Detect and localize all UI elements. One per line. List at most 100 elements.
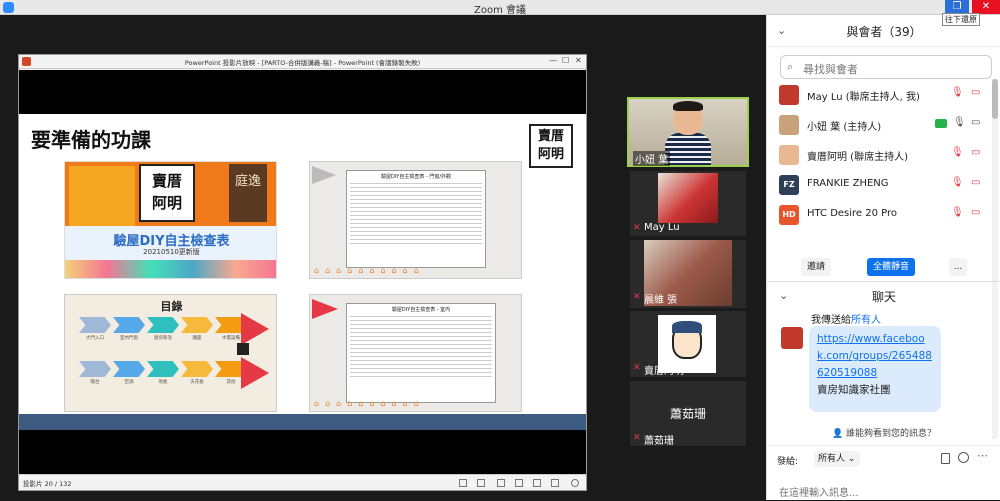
- zoom-level-icon[interactable]: [571, 479, 579, 487]
- avatar: [779, 145, 799, 165]
- slide-thumbnail-cover: 賣厝 阿明 庭逸 驗屋DIY自主檢查表 20210510更新版: [64, 161, 277, 279]
- video-off-icon[interactable]: ▭: [971, 207, 980, 218]
- mic-muted-icon[interactable]: 🎙: [951, 147, 964, 158]
- participant-row[interactable]: FZ FRANKIE ZHENG 🎙 ▭: [779, 172, 989, 198]
- ppt-window-title: PowerPoint 投影片放映 - [PARTO-合併版講義-稿] - Pow…: [184, 59, 421, 67]
- video-tile[interactable]: ✕ May Lu: [630, 171, 746, 236]
- slide-footer-band: [19, 414, 586, 430]
- recipient-dropdown[interactable]: 所有人 ⌄: [814, 451, 860, 467]
- participant-name: HTC Desire 20 Pro: [807, 208, 898, 219]
- participant-name: FRANKIE ZHENG: [807, 178, 889, 189]
- mute-all-button[interactable]: 全體靜音: [867, 258, 915, 276]
- reading-view-icon[interactable]: [533, 479, 541, 487]
- chat-header: ⌄ 聊天: [767, 281, 1000, 307]
- chat-avatar: [781, 327, 803, 349]
- speaker-video: [665, 101, 711, 165]
- ppt-status-bar: 投影片 20 / 132: [19, 474, 586, 490]
- toc-row-2-labels: 陽台 空調 地板 天花板 其他: [90, 380, 236, 385]
- video-tile[interactable]: ✕ 晨維 張: [630, 240, 746, 308]
- search-icon: ⌕: [787, 60, 794, 73]
- video-tile-active-speaker[interactable]: 小妞 葉: [627, 97, 749, 167]
- window-title: Zoom 會議: [473, 5, 526, 16]
- mic-on-icon[interactable]: 🎙: [953, 117, 966, 128]
- shared-powerpoint-window: PowerPoint 投影片放映 - [PARTO-合併版講義-稿] - Pow…: [18, 54, 587, 491]
- chat-input[interactable]: [779, 485, 989, 501]
- chat-message-bubble: https://www.facebook.com/groups/26548862…: [809, 326, 941, 412]
- toc-row-1: [79, 317, 247, 333]
- slide-letterbox-top: [19, 70, 586, 114]
- mic-muted-icon[interactable]: 🎙: [951, 87, 964, 98]
- avatar: [779, 115, 799, 135]
- chat-message-link[interactable]: https://www.facebook.com/groups/26548862…: [817, 331, 933, 382]
- house-icons-row: ⌂⌂⌂⌂⌂⌂⌂⌂⌂⌂: [314, 399, 425, 408]
- video-tile[interactable]: 蕭茹珊 ✕ 蕭茹珊: [630, 381, 746, 447]
- slide-sorter-icon[interactable]: [515, 479, 523, 487]
- slide-logo: 賣厝 阿明: [529, 124, 573, 168]
- ppt-close-icon[interactable]: ✕: [575, 56, 582, 65]
- tile-name: May Lu: [644, 222, 680, 233]
- tile-name: 小妞 葉: [633, 151, 671, 166]
- tile-name: 蕭茹珊: [644, 436, 674, 447]
- mic-muted-icon[interactable]: 🎙: [951, 207, 964, 218]
- video-on-icon[interactable]: ▭: [971, 117, 980, 128]
- chat-title: 聊天: [871, 290, 896, 304]
- avatar: HD: [779, 205, 799, 225]
- person-icon: 👤: [831, 429, 847, 439]
- who-can-see-link[interactable]: 👤 誰能夠看到您的訊息？: [767, 426, 1000, 439]
- cover-date: 20210510更新版: [143, 248, 200, 256]
- screen-share-icon: [935, 119, 947, 128]
- partner-logo: 庭逸: [229, 164, 267, 222]
- mic-muted-icon[interactable]: 🎙: [951, 177, 964, 188]
- participant-row[interactable]: 賣厝阿明 (聯席主持人) 🎙 ▭: [779, 142, 989, 168]
- toc-row-2: [79, 361, 247, 377]
- file-icon[interactable]: [941, 453, 950, 464]
- avatar: [779, 85, 799, 105]
- restore-button[interactable]: ❐: [945, 0, 969, 14]
- video-off-icon[interactable]: ▭: [971, 87, 980, 98]
- slide: 要準備的功課 賣厝 阿明 賣厝 阿明 庭逸 驗屋DIY自主檢查表 20210510更…: [19, 114, 586, 414]
- ppt-maximize-icon[interactable]: ☐: [562, 56, 569, 65]
- side-panel: ⌄ 與會者（39） ⌕ 尋找與會者 May Lu (聯席主持人, 我) 🎙 ▭ …: [766, 15, 1000, 501]
- chat-recipient-link[interactable]: 所有人: [851, 315, 881, 326]
- prev-slide-icon[interactable]: [459, 479, 467, 487]
- slide-counter: 投影片 20 / 132: [23, 480, 72, 488]
- chat-send-row: 發給: 所有人 ⌄ ⋯: [767, 445, 1000, 467]
- video-tile[interactable]: ✕ 賣厝阿明: [630, 311, 746, 377]
- tree-mascot-image: [69, 166, 135, 226]
- participants-scrollbar[interactable]: [992, 79, 998, 439]
- video-off-icon[interactable]: ▭: [971, 147, 980, 158]
- who-can-see-text: 誰能夠看到您的訊息？: [846, 429, 937, 439]
- house-icons-row: ⌂⌂⌂⌂⌂⌂⌂⌂⌂⌂: [314, 266, 425, 275]
- participant-row[interactable]: HD HTC Desire 20 Pro 🎙 ▭: [779, 202, 989, 228]
- slide-letterbox-bottom: [19, 430, 586, 474]
- more-icon[interactable]: ⋯: [977, 449, 988, 462]
- restore-tooltip: 往下還原: [942, 13, 980, 26]
- emoji-icon[interactable]: [958, 452, 969, 463]
- mic-muted-icon: ✕: [633, 433, 641, 443]
- title-bar: Zoom 會議 ❐ ✕ 往下還原: [0, 0, 1000, 26]
- chat-sender-line: 我傳送給所有人: [811, 311, 881, 326]
- video-off-icon[interactable]: ▭: [971, 177, 980, 188]
- participant-name: 小妞 葉 (主持人): [807, 122, 882, 133]
- slideshow-icon[interactable]: [551, 479, 559, 487]
- checklist-sheet: 驗屋DIY自主檢查表 - 室內: [346, 303, 496, 403]
- participants-scroll-thumb[interactable]: [992, 79, 998, 119]
- participant-name: May Lu (聯席主持人, 我): [807, 92, 920, 103]
- invite-button[interactable]: 邀請: [801, 258, 831, 276]
- close-button[interactable]: ✕: [972, 0, 1000, 14]
- slide-thumbnail-checklist-2: 驗屋DIY自主檢查表 - 室內 ⌂⌂⌂⌂⌂⌂⌂⌂⌂⌂: [309, 294, 522, 412]
- next-slide-icon[interactable]: [477, 479, 485, 487]
- participant-search[interactable]: ⌕ 尋找與會者: [780, 55, 992, 79]
- chat-from-prefix: 我傳送給: [811, 315, 851, 326]
- tile-name: 晨維 張: [644, 295, 678, 306]
- avatar: FZ: [779, 175, 799, 195]
- mic-muted-icon: ✕: [633, 363, 641, 373]
- participant-name: 賣厝阿明 (聯席主持人): [807, 152, 908, 163]
- send-to-label: 發給:: [777, 457, 799, 467]
- video-frame: [658, 173, 718, 223]
- ppt-minimize-icon[interactable]: —: [549, 56, 557, 65]
- normal-view-icon[interactable]: [497, 479, 505, 487]
- participant-row[interactable]: May Lu (聯席主持人, 我) 🎙 ▭: [779, 82, 989, 108]
- more-options-button[interactable]: ...: [949, 258, 967, 276]
- participant-row[interactable]: 小妞 葉 (主持人) 🎙 ▭: [779, 112, 989, 138]
